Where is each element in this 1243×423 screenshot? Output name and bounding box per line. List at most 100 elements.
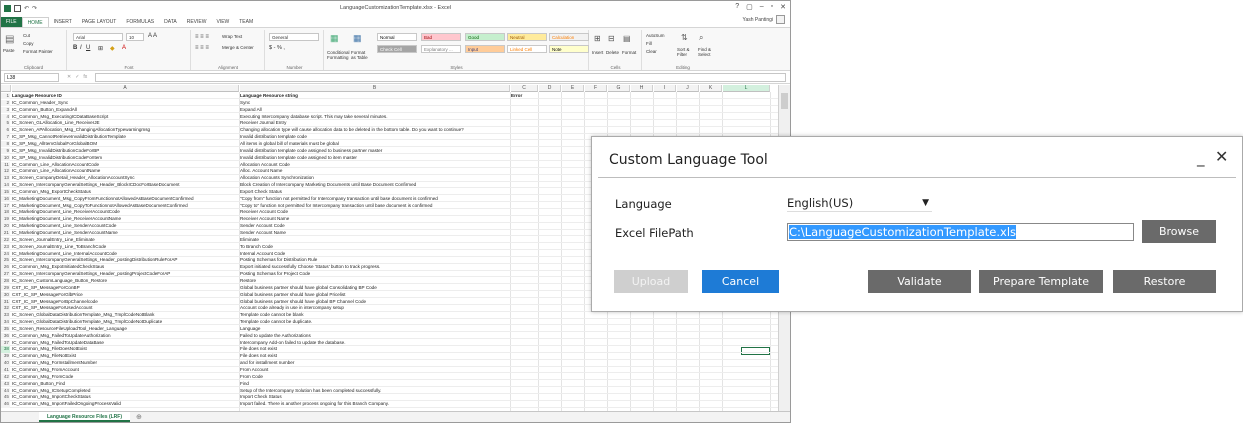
resource-string-cell[interactable]: Posting Schemas for Project Code: [240, 271, 508, 277]
close-icon[interactable]: ✕: [1215, 147, 1228, 166]
row-number[interactable]: 22: [1, 236, 10, 244]
resource-id-cell[interactable]: IC_Common_Button_ExpandAll: [12, 107, 238, 113]
resource-string-cell[interactable]: Expand All: [240, 107, 508, 113]
resource-string-cell[interactable]: Setup of the Intercompany Solution has b…: [240, 388, 508, 394]
close-icon[interactable]: ✕: [780, 3, 786, 11]
resource-string-cell[interactable]: Global business partner should have glob…: [240, 299, 508, 305]
row-number[interactable]: 14: [1, 182, 10, 189]
scroll-thumb[interactable]: [781, 93, 788, 109]
row-number[interactable]: 3: [1, 106, 10, 114]
row-number[interactable]: 11: [1, 161, 10, 168]
number-format-icons[interactable]: $ - % ,: [269, 45, 285, 51]
resource-id-cell[interactable]: CXT_IC_SP_MessageForGlbPrice: [12, 292, 238, 298]
resource-id-cell[interactable]: IC_Common_Msg_FileDoesNotExist: [12, 346, 238, 352]
resource-id-cell[interactable]: IC_Screen_IntercompanyGeneralSettings_He…: [12, 182, 238, 188]
sort-filter-button[interactable]: Sort & Filter: [677, 47, 697, 57]
resource-string-cell[interactable]: Global business partner should have glob…: [240, 285, 508, 291]
resource-id-cell[interactable]: IC_Screen_JournalEntry_Line_ToBranchCode: [12, 244, 238, 250]
resource-string-cell[interactable]: Sync: [240, 100, 508, 106]
column-header-e[interactable]: E: [562, 85, 584, 92]
resource-string-cell[interactable]: and for installment number: [240, 360, 508, 366]
row-number[interactable]: 21: [1, 230, 10, 237]
row-number[interactable]: 38: [1, 346, 10, 353]
resource-id-cell[interactable]: IC_Screen_APAllocation_Msg_ChangingAlloc…: [12, 127, 238, 133]
copy-button[interactable]: Copy: [23, 41, 34, 46]
resource-id-cell[interactable]: IC_Screen_CompanyDetail_Header_Allocatio…: [12, 175, 238, 181]
row-number[interactable]: 20: [1, 223, 10, 230]
row-number[interactable]: 32: [1, 305, 10, 312]
row-number[interactable]: 33: [1, 312, 10, 319]
sheet-tab-lrf[interactable]: Language Resource Files (LRF): [39, 412, 131, 422]
minimize-icon[interactable]: _: [1197, 149, 1205, 167]
resource-id-cell[interactable]: IC_Common_Line_AllocationAccountCode: [12, 162, 238, 168]
resource-id-cell[interactable]: IC_SP_Msg_AllItemGlobalForGlobalBOM: [12, 141, 238, 147]
merge-center-button[interactable]: Merge & Center: [222, 45, 254, 50]
resource-id-cell[interactable]: IC_Common_Msg_ImportFailedOngoingProcess…: [12, 401, 238, 407]
tab-file[interactable]: FILE: [1, 17, 22, 27]
resource-string-cell[interactable]: Receiver Account Code: [240, 209, 508, 215]
fill-button[interactable]: Fill: [646, 41, 652, 46]
column-header-l[interactable]: L: [723, 85, 770, 92]
row-number[interactable]: 8: [1, 140, 10, 148]
minimize-icon[interactable]: –: [760, 3, 764, 11]
resource-id-cell[interactable]: IC_Common_Msg_FileNotExist: [12, 353, 238, 359]
row-number[interactable]: 23: [1, 243, 10, 251]
row-number[interactable]: 2: [1, 99, 10, 107]
row-number[interactable]: 13: [1, 175, 10, 182]
row-number[interactable]: 18: [1, 209, 10, 216]
row-number[interactable]: 6: [1, 127, 10, 134]
resource-id-cell[interactable]: IC_Common_Header_Sync: [12, 100, 238, 106]
column-header-k[interactable]: K: [700, 85, 722, 92]
row-number[interactable]: 31: [1, 298, 10, 305]
resource-id-cell[interactable]: IC_SP_Msg_CannotRetrieveInvalidDistribut…: [12, 134, 238, 140]
restore-button[interactable]: Restore: [1113, 270, 1216, 293]
tab-review[interactable]: REVIEW: [182, 17, 212, 27]
column-header-b[interactable]: B: [240, 85, 510, 92]
cell-style-5[interactable]: Check Cell: [377, 45, 417, 53]
resource-id-cell[interactable]: Language Resource ID: [12, 93, 238, 99]
cut-button[interactable]: Cut: [23, 33, 30, 38]
resource-string-cell[interactable]: Failed to update the Authorizations: [240, 333, 508, 339]
resource-id-cell[interactable]: IC_MarketingDocument_Line_InternalAccoun…: [12, 251, 238, 257]
row-number[interactable]: 40: [1, 360, 10, 367]
resource-string-cell[interactable]: Template code cannot be duplicate.: [240, 319, 508, 325]
row-number[interactable]: 7: [1, 134, 10, 141]
row-number[interactable]: 15: [1, 188, 10, 196]
resource-string-cell[interactable]: Template code cannot be blank: [240, 312, 508, 318]
resource-string-cell[interactable]: Restore: [240, 278, 508, 284]
resource-string-cell[interactable]: Invalid distribution template code: [240, 134, 508, 140]
resource-string-cell[interactable]: Block Creation of Intercompany Marketing…: [240, 182, 508, 188]
restore-icon[interactable]: ▫: [771, 3, 773, 11]
resource-string-cell[interactable]: Invalid distribution template code assig…: [240, 148, 508, 154]
resource-string-cell[interactable]: Allocation Account Code: [240, 162, 508, 168]
resource-string-cell[interactable]: Executing Intercompany database script. …: [240, 114, 508, 120]
tab-data[interactable]: DATA: [159, 17, 182, 27]
tab-view[interactable]: VIEW: [211, 17, 234, 27]
resource-string-cell[interactable]: Find: [240, 381, 508, 387]
row-number[interactable]: 5: [1, 120, 10, 127]
conditional-formatting-button[interactable]: Conditional Formatting: [327, 50, 351, 60]
number-format-select[interactable]: General: [269, 33, 319, 41]
resource-id-cell[interactable]: IC_MarketingDocument_Line_SenderAccountC…: [12, 223, 238, 229]
wrap-text-button[interactable]: Wrap Text: [222, 34, 242, 39]
resource-string-cell[interactable]: Alloc. Account Name: [240, 168, 508, 174]
clear-button[interactable]: Clear: [646, 49, 657, 54]
row-number[interactable]: 17: [1, 202, 10, 209]
resource-id-cell[interactable]: CXT_IC_SP_MessageForConBP: [12, 285, 238, 291]
resource-string-cell[interactable]: Changing allocation type will cause allo…: [240, 127, 508, 133]
resource-id-cell[interactable]: IC_Common_Line_AllocationAccountName: [12, 168, 238, 174]
tab-team[interactable]: TEAM: [234, 17, 258, 27]
row-number[interactable]: 19: [1, 216, 10, 223]
row-number[interactable]: 24: [1, 250, 10, 257]
find-select-button[interactable]: Find & Select: [698, 47, 720, 57]
font-size-select[interactable]: 10: [126, 33, 144, 41]
column-header-c[interactable]: C: [511, 85, 538, 92]
formula-input[interactable]: [95, 72, 786, 82]
align-icons[interactable]: ≡ ≡ ≡: [195, 34, 209, 40]
fill-color-icon[interactable]: ◆: [110, 45, 115, 52]
row-number[interactable]: 4: [1, 113, 10, 120]
resource-id-cell[interactable]: IC_Common_Msg_FailedToUpdateAuthorizatio…: [12, 333, 238, 339]
column-header-a[interactable]: A: [12, 85, 239, 92]
resource-string-cell[interactable]: Allocation Accounts Synchronization: [240, 175, 508, 181]
row-number[interactable]: 39: [1, 353, 10, 360]
